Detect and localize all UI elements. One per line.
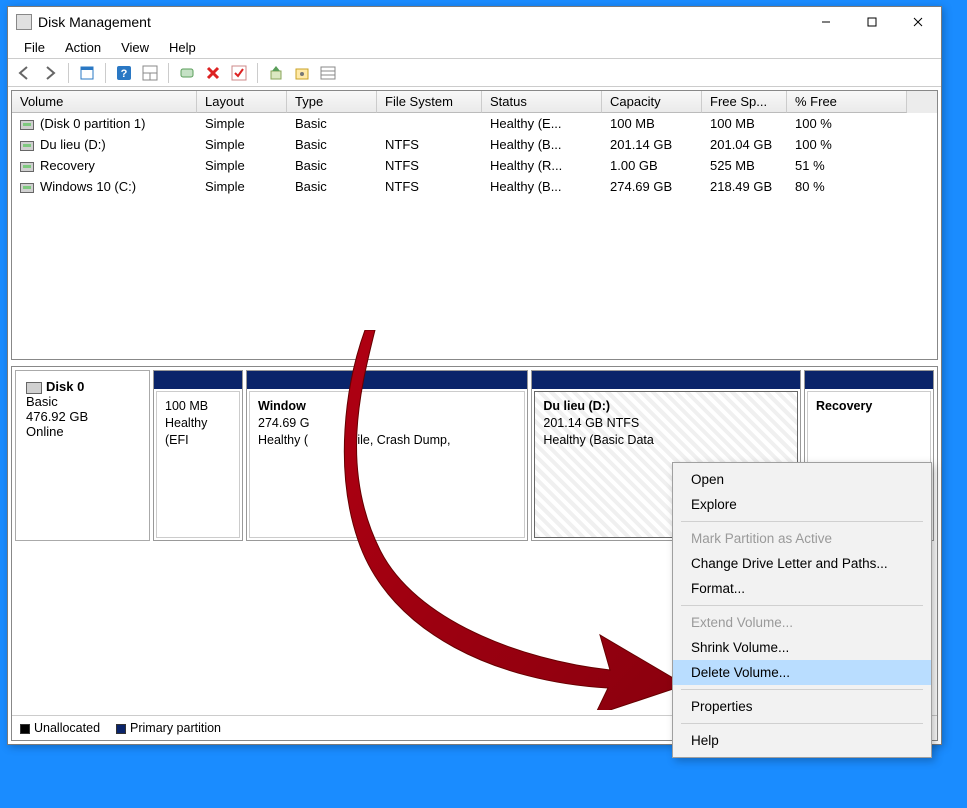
toolbar-view-icon[interactable] xyxy=(75,61,99,85)
context-menu-item[interactable]: Delete Volume... xyxy=(673,660,931,685)
context-menu-item[interactable]: Help xyxy=(673,728,931,753)
app-icon xyxy=(16,14,32,30)
toolbar-up-icon[interactable] xyxy=(264,61,288,85)
menu-file[interactable]: File xyxy=(14,38,55,57)
drive-icon xyxy=(20,183,34,193)
partition-windows[interactable]: Window 274.69 G Healthy ( File, Crash Du… xyxy=(246,370,528,541)
col-capacity[interactable]: Capacity xyxy=(602,91,702,113)
toolbar-check-icon[interactable] xyxy=(227,61,251,85)
table-row[interactable]: Du lieu (D:)SimpleBasicNTFSHealthy (B...… xyxy=(12,134,937,155)
context-menu-item[interactable]: Explore xyxy=(673,492,931,517)
disk-type: Basic xyxy=(26,394,139,409)
close-button[interactable] xyxy=(895,7,941,37)
legend-unallocated: Unallocated xyxy=(20,721,100,735)
context-menu-item: Mark Partition as Active xyxy=(673,526,931,551)
table-row[interactable]: (Disk 0 partition 1)SimpleBasicHealthy (… xyxy=(12,113,937,134)
table-row[interactable]: Windows 10 (C:)SimpleBasicNTFSHealthy (B… xyxy=(12,176,937,197)
context-menu-item[interactable]: Format... xyxy=(673,576,931,601)
menu-view[interactable]: View xyxy=(111,38,159,57)
toolbar-layout-icon[interactable] xyxy=(138,61,162,85)
col-fs[interactable]: File System xyxy=(377,91,482,113)
volume-list-body[interactable]: (Disk 0 partition 1)SimpleBasicHealthy (… xyxy=(12,113,937,359)
drive-icon xyxy=(20,162,34,172)
menubar: File Action View Help xyxy=(8,37,941,59)
toolbar-delete-icon[interactable] xyxy=(201,61,225,85)
table-row[interactable]: RecoverySimpleBasicNTFSHealthy (R...1.00… xyxy=(12,155,937,176)
col-volume[interactable]: Volume xyxy=(12,91,197,113)
disk-name: Disk 0 xyxy=(46,379,84,394)
volume-list-header: Volume Layout Type File System Status Ca… xyxy=(12,91,937,113)
menu-action[interactable]: Action xyxy=(55,38,111,57)
toolbar-list-icon[interactable] xyxy=(316,61,340,85)
minimize-button[interactable] xyxy=(803,7,849,37)
maximize-button[interactable] xyxy=(849,7,895,37)
col-type[interactable]: Type xyxy=(287,91,377,113)
disk-status: Online xyxy=(26,424,139,439)
back-button[interactable] xyxy=(12,61,36,85)
partition-efi[interactable]: 100 MB Healthy (EFI xyxy=(153,370,243,541)
disk-icon xyxy=(26,382,42,394)
context-menu: OpenExplore Mark Partition as ActiveChang… xyxy=(672,462,932,758)
col-layout[interactable]: Layout xyxy=(197,91,287,113)
col-free[interactable]: Free Sp... xyxy=(702,91,787,113)
drive-icon xyxy=(20,141,34,151)
svg-text:?: ? xyxy=(121,68,128,80)
toolbar-refresh-icon[interactable] xyxy=(175,61,199,85)
forward-button[interactable] xyxy=(38,61,62,85)
disk-size: 476.92 GB xyxy=(26,409,139,424)
toolbar: ? xyxy=(8,59,941,87)
context-menu-item[interactable]: Change Drive Letter and Paths... xyxy=(673,551,931,576)
drive-icon xyxy=(20,120,34,130)
col-pct[interactable]: % Free xyxy=(787,91,907,113)
volume-list: Volume Layout Type File System Status Ca… xyxy=(11,90,938,360)
disk-label[interactable]: Disk 0 Basic 476.92 GB Online xyxy=(15,370,150,541)
legend-primary: Primary partition xyxy=(116,721,221,735)
col-status[interactable]: Status xyxy=(482,91,602,113)
titlebar: Disk Management xyxy=(8,7,941,37)
menu-help[interactable]: Help xyxy=(159,38,206,57)
context-menu-item[interactable]: Properties xyxy=(673,694,931,719)
context-menu-item[interactable]: Open xyxy=(673,467,931,492)
window-title: Disk Management xyxy=(38,14,803,30)
toolbar-settings-icon[interactable] xyxy=(290,61,314,85)
context-menu-item: Extend Volume... xyxy=(673,610,931,635)
toolbar-help-icon[interactable]: ? xyxy=(112,61,136,85)
context-menu-item[interactable]: Shrink Volume... xyxy=(673,635,931,660)
